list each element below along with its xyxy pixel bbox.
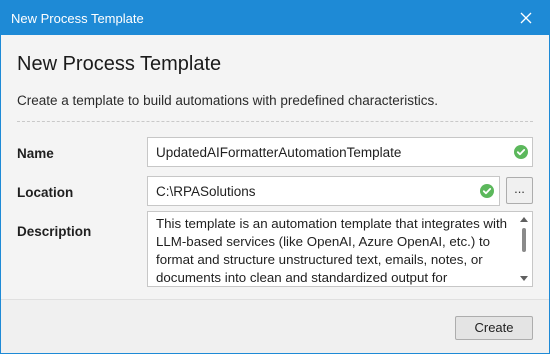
create-button[interactable]: Create bbox=[455, 316, 533, 340]
description-label: Description bbox=[17, 224, 92, 239]
scroll-up-icon[interactable] bbox=[520, 217, 528, 222]
check-circle-icon bbox=[480, 184, 494, 198]
check-circle-icon bbox=[514, 145, 528, 159]
description-field[interactable]: This template is an automation template … bbox=[147, 211, 533, 287]
description-value: This template is an automation template … bbox=[156, 216, 508, 285]
window-title: New Process Template bbox=[11, 11, 144, 26]
page-title: New Process Template bbox=[17, 53, 222, 75]
name-label: Name bbox=[17, 146, 54, 161]
name-field[interactable]: UpdatedAIFormatterAutomationTemplate bbox=[147, 137, 533, 167]
scroll-thumb[interactable] bbox=[522, 228, 526, 252]
name-value: UpdatedAIFormatterAutomationTemplate bbox=[156, 145, 402, 160]
description-scrollbar[interactable] bbox=[516, 212, 532, 286]
browse-button[interactable]: ... bbox=[506, 177, 533, 204]
location-field[interactable]: C:\RPASolutions bbox=[147, 176, 500, 206]
title-bar: New Process Template bbox=[1, 1, 549, 35]
close-button[interactable] bbox=[503, 1, 549, 35]
divider bbox=[17, 121, 533, 122]
new-process-template-dialog: New Process Template New Process Templat… bbox=[0, 0, 550, 354]
close-icon bbox=[520, 12, 532, 24]
scroll-down-icon[interactable] bbox=[520, 276, 528, 281]
dialog-footer: Create bbox=[1, 299, 549, 353]
location-label: Location bbox=[17, 185, 74, 200]
page-subtitle: Create a template to build automations w… bbox=[17, 93, 438, 108]
location-value: C:\RPASolutions bbox=[156, 184, 256, 199]
